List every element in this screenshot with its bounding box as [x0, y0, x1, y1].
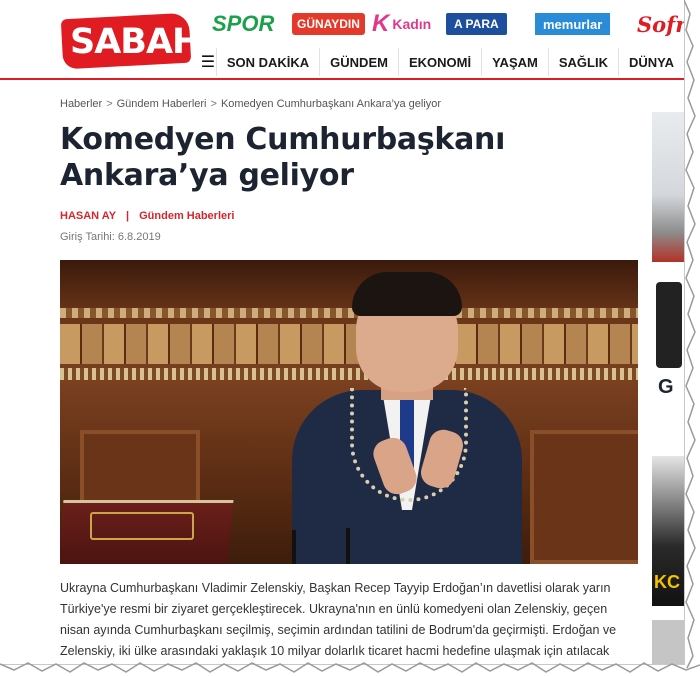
photo-ornament	[60, 368, 638, 380]
breadcrumb-item-gundem[interactable]: Gündem Haberleri	[117, 98, 207, 110]
nav-item-yasam[interactable]: YAŞAM	[481, 48, 548, 76]
nav-item-saglik[interactable]: SAĞLIK	[547, 48, 618, 76]
browser-page: SABAH SPOR GÜNAYDIN K Kadın A PARA memur…	[0, 0, 685, 665]
breadcrumb-item-haberler[interactable]: Haberler	[60, 98, 102, 110]
torn-edge-bottom	[0, 662, 700, 673]
brand-link-spor[interactable]: SPOR	[212, 10, 274, 38]
nav-item-gundem[interactable]: GÜNDEM	[319, 48, 398, 76]
article-body: Ukrayna Cumhurbaşkanı Vladimir Zelenskiy…	[60, 581, 617, 658]
brand-link-apara[interactable]: A PARA	[446, 13, 507, 35]
sidebar-ad-image	[656, 282, 682, 368]
brand-link-gunaydin[interactable]: GÜNAYDIN	[292, 13, 365, 35]
nav-divider	[0, 78, 684, 80]
photo-frieze	[60, 324, 638, 364]
logo-text: SABAH	[70, 22, 201, 62]
nav-item-dunya[interactable]: DÜNYA	[617, 48, 684, 76]
site-header: SABAH SPOR GÜNAYDIN K Kadın A PARA memur…	[0, 0, 684, 70]
photo-panel	[530, 430, 638, 564]
nav-item-ekonomi[interactable]: EKONOMİ	[397, 48, 481, 76]
meta-divider: |	[126, 210, 130, 222]
kadin-initial: K	[372, 10, 390, 37]
brand-link-sofra[interactable]: Sofra	[637, 10, 684, 38]
breadcrumb-item-current: Komedyen Cumhurbaşkanı Ankara’ya geliyor	[220, 98, 442, 110]
photo-microphone	[292, 530, 296, 564]
breadcrumb-separator: >	[210, 98, 217, 110]
breadcrumb: Haberler > Gündem Haberleri > Komedyen Cumhu…	[60, 98, 441, 110]
article-photo[interactable]	[60, 260, 638, 564]
sidebar-ad-2[interactable]: G	[652, 276, 684, 426]
category-link[interactable]: Gündem Haberleri	[139, 210, 234, 222]
photo-person-hair	[352, 272, 462, 316]
article-meta: HASAN AY | Gündem Haberleri	[60, 210, 234, 222]
photo-ornament	[60, 308, 638, 318]
breadcrumb-separator: >	[106, 98, 113, 110]
sidebar-ad-3[interactable]: KC	[652, 456, 684, 606]
kadin-label: Kadın	[392, 16, 432, 32]
sabah-logo[interactable]: SABAH	[60, 12, 201, 70]
sidebar-ad-4[interactable]	[652, 620, 684, 664]
sidebar-ad-text: KC	[654, 572, 680, 592]
torn-edge-right	[684, 0, 696, 669]
nav-item-son-dakika[interactable]: SON DAKİKA	[215, 48, 319, 76]
publish-date: Giriş Tarihi: 6.8.2019	[60, 231, 161, 243]
sidebar-ad-1[interactable]	[652, 112, 684, 262]
brand-link-memurlar[interactable]: memurlar	[535, 13, 611, 35]
brand-link-kadin[interactable]: K Kadın	[372, 10, 431, 38]
article-title: Komedyen Cumhurbaşkanı Ankara’ya geliyor	[60, 122, 506, 193]
photo-book-ornament	[90, 512, 194, 540]
menu-icon[interactable]: ☰	[200, 48, 216, 76]
sidebar-ad-text: G	[658, 376, 674, 398]
main-nav: ☰ SON DAKİKA GÜNDEM EKONOMİ YAŞAM SAĞLIK…	[200, 48, 684, 76]
author-link[interactable]: HASAN AY	[60, 210, 116, 222]
photo-microphone	[346, 528, 350, 564]
